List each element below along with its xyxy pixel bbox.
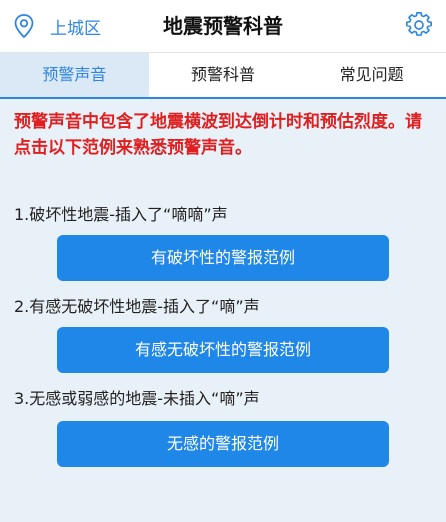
location-label: 上城区: [50, 18, 101, 39]
felt-example-button[interactable]: 有感无破坏性的警报范例: [57, 327, 389, 373]
tab-warning-science[interactable]: 预警科普: [149, 53, 298, 97]
unfelt-example-button[interactable]: 无感的警报范例: [57, 421, 389, 467]
intro-text: 预警声音中包含了地震横波到达倒计时和预估烈度。请点击以下范例来熟悉预警声音。: [14, 112, 422, 158]
section-label-destructive: 1.破坏性地震-插入了“嘀嘀”声: [14, 205, 228, 224]
section-label-felt: 2.有感无破坏性地震-插入了“嘀”声: [14, 297, 260, 316]
tab-warning-sound[interactable]: 预警声音: [0, 53, 149, 97]
app-header: 上城区 地震预警科普: [0, 0, 446, 52]
section-label-unfelt: 3.无感或弱感的地震-未插入“嘀”声: [14, 389, 260, 408]
tab-bar: 预警声音 预警科普 常见问题: [0, 52, 446, 99]
screen: 上城区 地震预警科普 预警声音 预警科普 常见问题 预警声音中包含了地震横波到达…: [0, 0, 446, 522]
gear-icon[interactable]: [405, 12, 433, 38]
location-selector[interactable]: 上城区: [12, 0, 101, 52]
tab-faq[interactable]: 常见问题: [297, 53, 446, 97]
location-pin-icon: [12, 13, 36, 39]
destructive-example-button[interactable]: 有破坏性的警报范例: [57, 235, 389, 281]
